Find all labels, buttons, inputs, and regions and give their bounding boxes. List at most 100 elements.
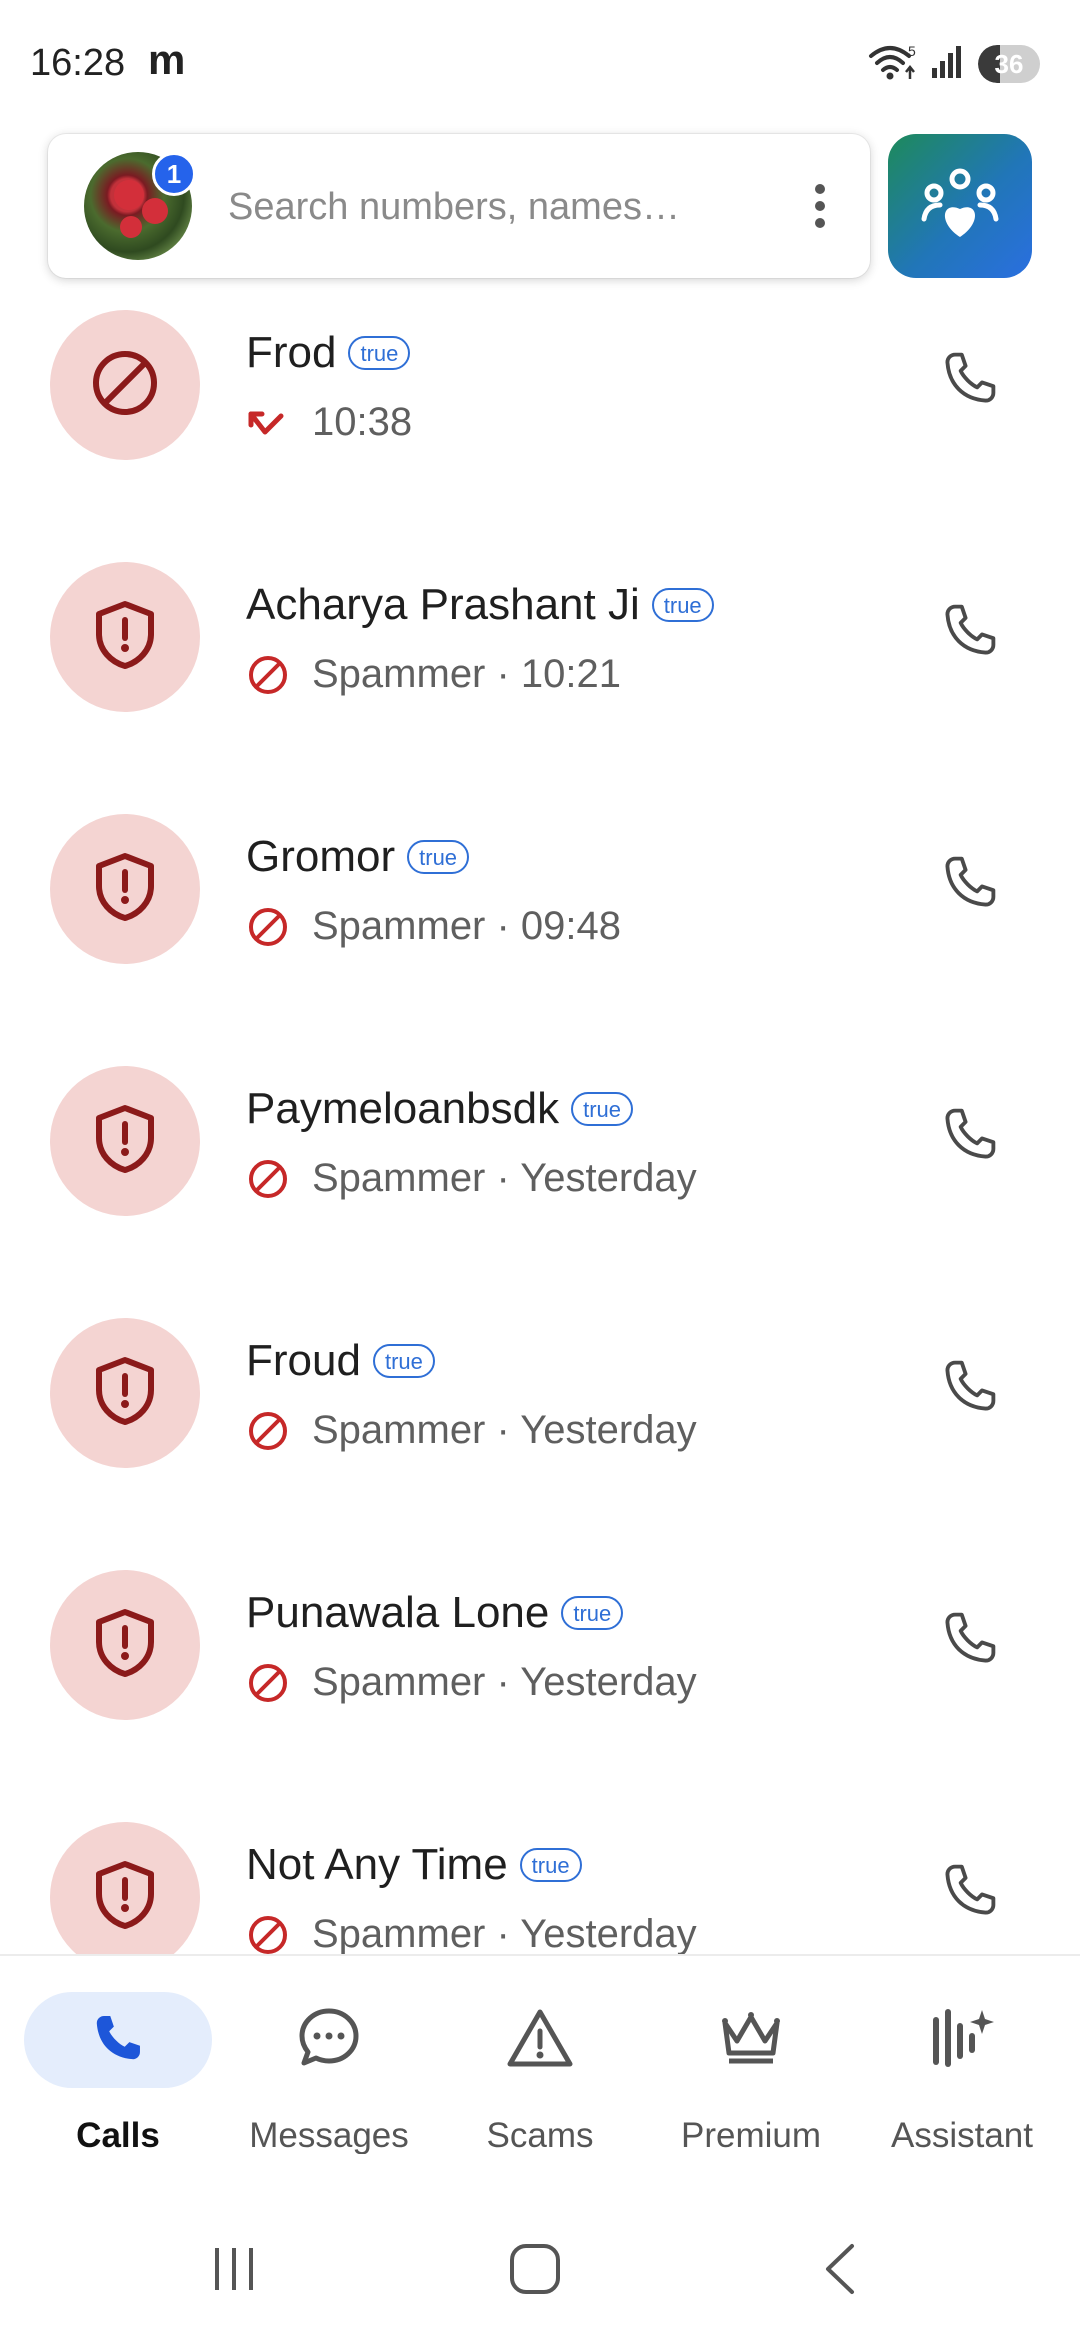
call-subtitle-text: Spammer · 09:48 <box>312 904 622 948</box>
contact-avatar <box>50 1318 200 1468</box>
contact-avatar <box>50 814 200 964</box>
contact-name-text: Acharya Prashant Ji <box>246 580 640 629</box>
wifi-label: 5 <box>908 43 916 59</box>
call-list: Frod true 10:38 Acharya Prashant Ji true… <box>0 286 1080 1954</box>
call-subtitle: Spammer · Yesterday <box>246 1660 697 1705</box>
contact-avatar <box>50 1822 200 1954</box>
call-subtitle: Spammer · Yesterday <box>246 1156 697 1201</box>
block-icon <box>246 1913 290 1955</box>
contact-name-text: Gromor <box>246 832 396 881</box>
call-subtitle-text: 10:38 <box>312 400 413 444</box>
call-button[interactable] <box>928 842 1012 926</box>
contact-name: Frod true <box>246 328 411 378</box>
search-bar[interactable]: 1 <box>48 134 870 278</box>
call-row[interactable]: Gromor true Spammer · 09:48 <box>0 802 1080 1054</box>
contact-name-text: Frod <box>246 328 337 377</box>
nav-messages-label: Messages <box>249 2116 409 2155</box>
nav-scams[interactable]: Scams <box>440 1956 640 2156</box>
phone-icon <box>937 1857 1003 1928</box>
status-icons: 5 36 <box>868 42 1040 86</box>
phone-icon <box>937 345 1003 416</box>
contact-name-text: Not Any Time <box>246 1840 508 1889</box>
nav-assistant[interactable]: Assistant <box>862 1956 1062 2156</box>
contact-tag: true <box>561 1596 624 1630</box>
status-time: 16:28 <box>30 42 126 84</box>
call-button[interactable] <box>928 1598 1012 1682</box>
call-row[interactable]: Acharya Prashant Ji true Spammer · 10:21 <box>0 550 1080 802</box>
phone-icon <box>937 1353 1003 1424</box>
nav-assistant-pill <box>868 1992 1056 2088</box>
assistant-sparkle-icon <box>928 2006 996 2075</box>
nav-assistant-label: Assistant <box>891 2116 1033 2155</box>
block-icon <box>246 653 290 697</box>
phone-icon <box>87 2007 149 2074</box>
contact-tag: true <box>519 1848 582 1882</box>
contact-avatar <box>50 562 200 712</box>
call-subtitle-text: Spammer · Yesterday <box>312 1156 697 1200</box>
nav-premium-label: Premium <box>680 2116 822 2155</box>
contact-tag: true <box>407 840 470 874</box>
more-dot <box>815 201 825 211</box>
contact-name: Punawala Lone true <box>246 1588 624 1638</box>
call-button[interactable] <box>928 1094 1012 1178</box>
contact-avatar <box>50 1066 200 1216</box>
shield-alert-icon <box>93 1860 157 1935</box>
contact-name-text: Froud <box>246 1336 361 1385</box>
block-icon <box>90 348 160 423</box>
block-icon <box>246 1409 290 1453</box>
call-subtitle-text: Spammer · Yesterday <box>312 1408 697 1452</box>
missed-call-icon <box>246 401 290 445</box>
call-row[interactable]: Punawala Lone true Spammer · Yesterday <box>0 1558 1080 1810</box>
nav-premium-pill <box>657 1992 845 2088</box>
call-button[interactable] <box>928 590 1012 674</box>
signal-icon <box>930 44 966 85</box>
shield-alert-icon <box>93 1104 157 1179</box>
nav-scams-label: Scams <box>486 2116 594 2155</box>
nav-premium[interactable]: Premium <box>651 1956 851 2156</box>
contact-avatar <box>50 1570 200 1720</box>
call-subtitle-text: Spammer · 10:21 <box>312 652 622 696</box>
call-button[interactable] <box>928 1346 1012 1430</box>
family-shield-icon <box>920 167 1000 246</box>
block-icon <box>246 1661 290 1705</box>
nav-calls-pill <box>24 1992 212 2088</box>
chat-bubble-icon <box>296 2005 362 2076</box>
block-icon <box>246 905 290 949</box>
nav-calls[interactable]: Calls <box>18 1956 218 2156</box>
call-subtitle: Spammer · Yesterday <box>246 1408 697 1453</box>
shield-alert-icon <box>93 852 157 927</box>
call-row[interactable]: Frod true 10:38 <box>0 298 1080 550</box>
notification-badge: 1 <box>152 152 196 196</box>
call-row[interactable]: Paymeloanbsdk true Spammer · Yesterday <box>0 1054 1080 1306</box>
contact-tag: true <box>571 1092 633 1126</box>
call-row[interactable]: Not Any Time true Spammer · Yesterday <box>0 1810 1080 1954</box>
call-subtitle: Spammer · Yesterday <box>246 1912 697 1954</box>
back-button[interactable] <box>800 2234 880 2304</box>
call-button[interactable] <box>928 338 1012 422</box>
call-subtitle: 10:38 <box>246 400 412 445</box>
contact-tag: true <box>651 588 714 622</box>
recent-apps-button[interactable] <box>194 2234 274 2304</box>
phone-icon <box>937 1101 1003 1172</box>
system-nav-bar <box>0 2154 1080 2340</box>
contact-name-text: Paymeloanbsdk <box>246 1084 560 1133</box>
nav-messages-pill <box>235 1992 423 2088</box>
more-dot <box>815 218 825 228</box>
home-button[interactable] <box>495 2234 575 2304</box>
phone-icon <box>937 849 1003 920</box>
contact-name: Paymeloanbsdk true <box>246 1084 633 1134</box>
contact-name: Froud true <box>246 1336 435 1386</box>
more-dot <box>815 184 825 194</box>
call-row[interactable]: Froud true Spammer · Yesterday <box>0 1306 1080 1558</box>
contact-name: Acharya Prashant Ji true <box>246 580 714 630</box>
call-button[interactable] <box>928 1850 1012 1934</box>
nav-messages[interactable]: Messages <box>229 1956 429 2156</box>
search-input[interactable] <box>226 178 750 236</box>
phone-icon <box>937 597 1003 668</box>
contact-name: Gromor true <box>246 832 470 882</box>
more-options-button[interactable] <box>788 174 852 238</box>
nav-calls-label: Calls <box>76 2116 160 2155</box>
shield-alert-icon <box>93 1356 157 1431</box>
status-bar: 16:28 m 5 36 <box>0 0 1080 130</box>
family-protection-button[interactable] <box>888 134 1032 278</box>
